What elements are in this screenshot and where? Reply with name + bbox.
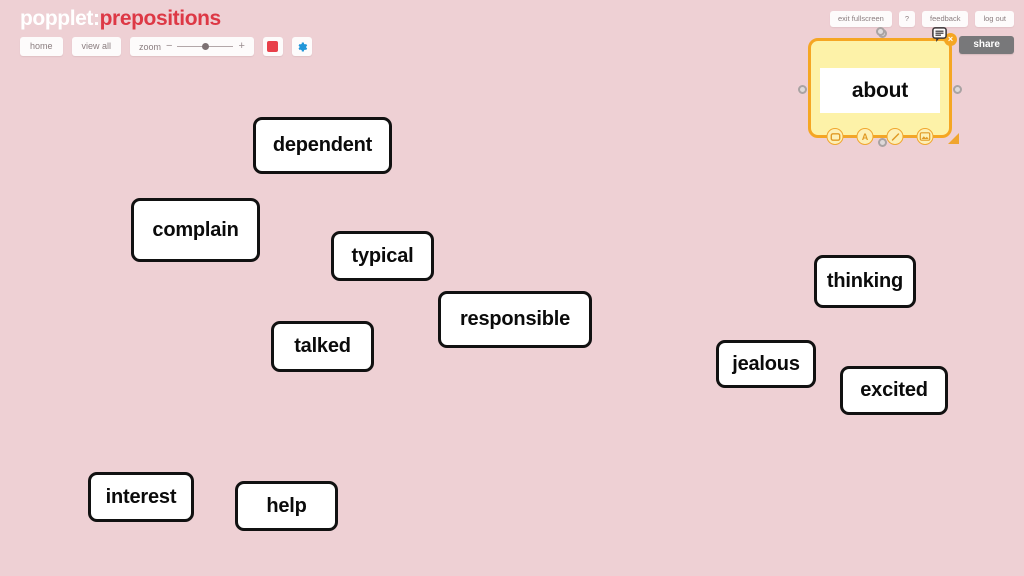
popplet-card-label: thinking — [826, 270, 904, 292]
zoom-slider-thumb[interactable] — [202, 43, 210, 50]
gear-icon — [298, 42, 308, 51]
text-icon[interactable]: A — [856, 128, 874, 145]
popplet-card[interactable]: typical — [331, 231, 434, 281]
add-popplet-icon[interactable] — [826, 128, 844, 145]
popplet-card[interactable]: complain — [131, 198, 260, 262]
popplet-card-label: help — [266, 494, 307, 517]
popplet-card[interactable]: jealous — [716, 340, 816, 388]
popplet-canvas[interactable]: dependent complain typical responsible talke… — [0, 0, 1024, 576]
settings-button[interactable] — [291, 37, 312, 56]
zoom-in-button[interactable]: + — [238, 41, 244, 52]
zoom-label: zoom — [139, 41, 162, 52]
brand-name: popplet — [20, 7, 94, 30]
popplet-card[interactable]: excited — [840, 366, 948, 415]
zoom-control[interactable]: zoom − + — [130, 37, 254, 56]
popplet-card[interactable]: interest — [88, 472, 194, 522]
popplet-card-label: excited — [860, 379, 928, 401]
zoom-out-button[interactable]: − — [166, 41, 172, 52]
tool-strip-connector — [845, 135, 855, 138]
header-right: exit fullscreen ? feedback log out — [829, 11, 1014, 27]
popplet-card-label: dependent — [272, 134, 373, 156]
popplet-card-label: talked — [294, 335, 351, 357]
popplet-card-label: complain — [152, 218, 239, 241]
brand-separator: : — [93, 7, 100, 30]
color-swatch-button[interactable] — [262, 37, 283, 56]
home-button[interactable]: home — [20, 37, 63, 56]
popplet-about-text[interactable]: about — [820, 68, 940, 113]
popplet-card[interactable]: talked — [271, 321, 374, 372]
popplet-card[interactable]: dependent — [253, 117, 392, 174]
help-button[interactable]: ? — [898, 11, 916, 27]
popplet-card[interactable]: responsible — [438, 291, 592, 348]
main-toolbar: home view all zoom − + — [20, 37, 312, 56]
popplet-card[interactable]: help — [235, 481, 338, 531]
popplet-about[interactable]: about × A — [798, 29, 962, 147]
tool-strip-connector — [875, 135, 885, 138]
brand-title: popplet:prepositions — [20, 8, 221, 29]
feedback-button[interactable]: feedback — [922, 11, 969, 27]
zoom-slider[interactable] — [177, 41, 234, 52]
connector-dot-right[interactable] — [953, 85, 962, 94]
board-title: prepositions — [99, 7, 222, 30]
view-all-button[interactable]: view all — [71, 37, 122, 56]
popplet-card[interactable]: thinking — [814, 255, 916, 308]
speech-bubble-icon[interactable] — [932, 27, 947, 48]
popplet-card-label: typical — [351, 244, 414, 267]
popplet-tool-strip: A — [826, 128, 934, 145]
circle-handle-icon[interactable] — [876, 27, 885, 36]
popplet-card-label: responsible — [459, 308, 571, 330]
popplet-card-label: jealous — [732, 352, 800, 375]
popplet-card-label: interest — [105, 485, 177, 508]
color-swatch-icon — [267, 41, 279, 52]
share-button[interactable]: share — [959, 36, 1014, 54]
connector-dot-left[interactable] — [798, 85, 807, 94]
tool-strip-connector — [905, 135, 915, 138]
draw-icon[interactable] — [886, 128, 904, 145]
resize-handle[interactable] — [948, 133, 959, 144]
logout-button[interactable]: log out — [975, 11, 1014, 27]
image-icon[interactable] — [916, 128, 934, 145]
exit-fullscreen-button[interactable]: exit fullscreen — [829, 11, 892, 27]
